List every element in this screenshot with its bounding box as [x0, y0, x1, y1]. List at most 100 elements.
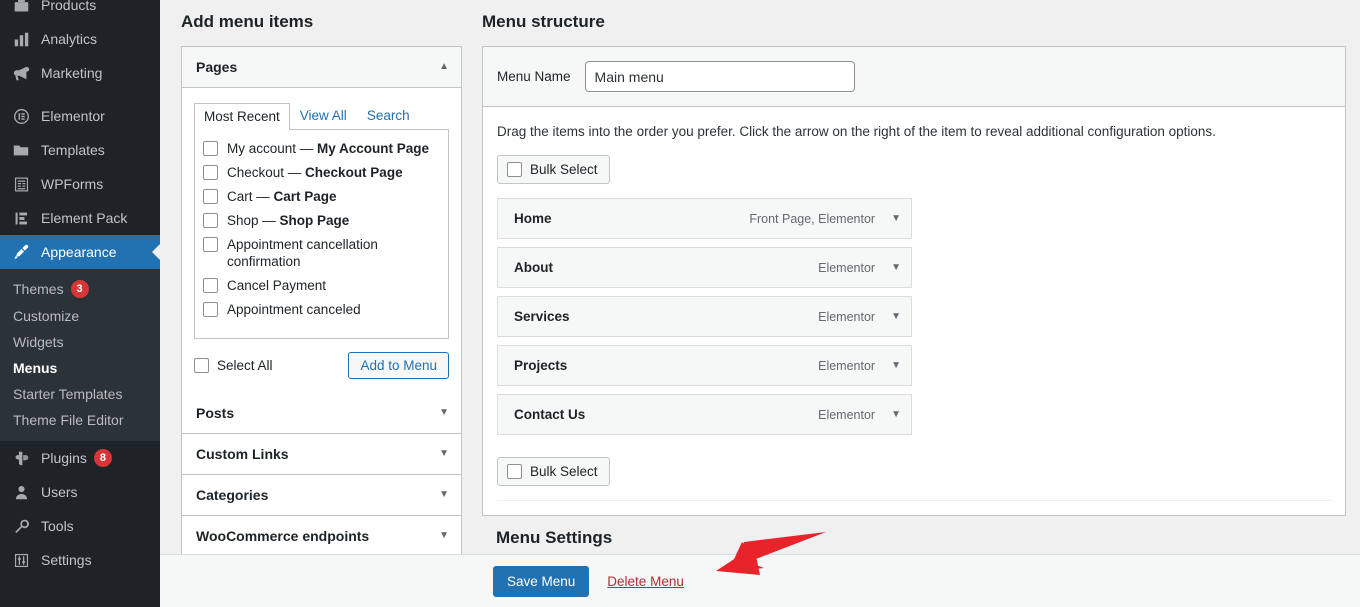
tab-search[interactable]: Search — [357, 102, 420, 129]
sidebar-item-users[interactable]: Users — [0, 475, 160, 509]
element-pack-icon — [10, 208, 32, 228]
submenu-item-theme-file-editor[interactable]: Theme File Editor — [0, 407, 160, 433]
sidebar-item-products[interactable]: Products — [0, 0, 160, 22]
save-bar: Save Menu Delete Menu — [160, 554, 1360, 607]
sidebar-item-label: Tools — [41, 518, 74, 534]
page-checkbox[interactable] — [203, 165, 218, 180]
main-content: Add menu items Pages ▲ Most Recent View A… — [160, 0, 1360, 607]
submenu-item-menus[interactable]: Menus — [0, 355, 160, 381]
chevron-down-icon[interactable]: ▼ — [439, 408, 449, 418]
bulk-select-bottom[interactable]: Bulk Select — [497, 457, 610, 486]
section-header-woocommerce-endpoints[interactable]: WooCommerce endpoints ▼ — [182, 516, 461, 556]
menu-item-name: Projects — [514, 358, 568, 373]
page-checkbox[interactable] — [203, 189, 218, 204]
submenu-item-starter-templates[interactable]: Starter Templates — [0, 381, 160, 407]
select-all-label: Select All — [217, 358, 273, 373]
chevron-down-icon[interactable]: ▼ — [439, 490, 449, 500]
bulk-select-bottom-checkbox[interactable] — [507, 464, 522, 479]
select-all-row[interactable]: Select All — [194, 358, 273, 373]
page-checkbox[interactable] — [203, 302, 218, 317]
menu-item-row[interactable]: Contact Us Elementor ▼ — [497, 394, 912, 435]
menu-item-row[interactable]: Projects Elementor ▼ — [497, 345, 912, 386]
menu-item-row[interactable]: About Elementor ▼ — [497, 247, 912, 288]
bulk-select-top[interactable]: Bulk Select — [497, 155, 610, 184]
section-header-categories[interactable]: Categories ▼ — [182, 475, 461, 515]
sidebar-item-marketing[interactable]: Marketing — [0, 56, 160, 90]
pages-checkbox-list[interactable]: My account — My Account Page Checkout — C… — [194, 130, 449, 339]
wpforms-icon — [10, 174, 32, 194]
menu-item-meta: Elementor — [818, 260, 876, 275]
pages-section-header[interactable]: Pages ▲ — [182, 47, 461, 88]
templates-icon — [10, 140, 32, 160]
menu-structure-panel: Menu Name Drag the items into the order … — [482, 46, 1346, 516]
tab-most-recent[interactable]: Most Recent — [194, 103, 290, 130]
add-items-accordion: Pages ▲ Most Recent View All Search My acc… — [181, 46, 462, 557]
sidebar-item-templates[interactable]: Templates — [0, 133, 160, 167]
bulk-select-top-checkbox[interactable] — [507, 162, 522, 177]
section-label: Posts — [196, 405, 235, 421]
chevron-down-icon[interactable]: ▼ — [891, 409, 901, 420]
page-list-item[interactable]: My account — My Account Page — [203, 140, 440, 157]
sidebar-item-plugins[interactable]: Plugins 8 — [0, 441, 160, 475]
menu-item-name: About — [514, 260, 553, 275]
page-list-item[interactable]: Cart — Cart Page — [203, 188, 440, 205]
page-checkbox[interactable] — [203, 213, 218, 228]
submenu-item-customize[interactable]: Customize — [0, 303, 160, 329]
page-list-item[interactable]: Checkout — Checkout Page — [203, 164, 440, 181]
menu-item-right: Front Page, Elementor ▼ — [749, 212, 901, 226]
sidebar-item-label: Elementor — [41, 108, 105, 124]
page-checkbox[interactable] — [203, 141, 218, 156]
chevron-down-icon[interactable]: ▼ — [891, 311, 901, 322]
menu-name-label: Menu Name — [497, 69, 571, 84]
section-label: Categories — [196, 487, 269, 503]
submenu-item-themes[interactable]: Themes 3 — [0, 275, 160, 303]
sidebar-item-wpforms[interactable]: WPForms — [0, 167, 160, 201]
submenu-item-label: Theme File Editor — [13, 412, 124, 428]
chevron-up-icon[interactable]: ▲ — [439, 62, 449, 72]
users-icon — [10, 482, 32, 502]
tools-icon — [10, 516, 32, 536]
page-list-item[interactable]: Appointment cancellation confirmation — [203, 236, 440, 270]
accordion-section: WooCommerce endpoints ▼ — [182, 515, 461, 556]
menu-item-row[interactable]: Services Elementor ▼ — [497, 296, 912, 337]
sidebar-item-appearance[interactable]: Appearance — [0, 235, 160, 269]
submenu-item-label: Customize — [13, 308, 80, 324]
menu-item-meta: Front Page, Elementor — [749, 211, 876, 226]
bulk-select-top-label: Bulk Select — [530, 162, 598, 177]
chevron-down-icon[interactable]: ▼ — [891, 262, 901, 273]
plugins-icon — [10, 448, 32, 468]
submenu-item-label: Starter Templates — [13, 386, 123, 402]
chevron-down-icon[interactable]: ▼ — [439, 449, 449, 459]
section-header-custom-links[interactable]: Custom Links ▼ — [182, 434, 461, 474]
page-list-item[interactable]: Appointment canceled — [203, 301, 440, 318]
sidebar-item-label: Element Pack — [41, 210, 128, 226]
select-all-checkbox[interactable] — [194, 358, 209, 373]
page-checkbox[interactable] — [203, 278, 218, 293]
pages-tabs: Most Recent View All Search — [194, 102, 449, 130]
sidebar-item-tools[interactable]: Tools — [0, 509, 160, 543]
submenu-badge: 3 — [70, 280, 89, 298]
sidebar-item-analytics[interactable]: Analytics — [0, 22, 160, 56]
page-list-item[interactable]: Cancel Payment — [203, 277, 440, 294]
section-header-posts[interactable]: Posts ▼ — [182, 393, 461, 433]
save-menu-button[interactable]: Save Menu — [493, 565, 590, 597]
menu-item-row[interactable]: Home Front Page, Elementor ▼ — [497, 198, 912, 239]
sidebar-item-label: Products — [41, 0, 97, 13]
page-list-item[interactable]: Shop — Shop Page — [203, 212, 440, 229]
chevron-down-icon[interactable]: ▼ — [891, 360, 901, 371]
sidebar-item-element-pack[interactable]: Element Pack — [0, 201, 160, 235]
page-checkbox[interactable] — [203, 237, 218, 252]
admin-sidebar: Products Analytics Marketing Elementor Templ… — [0, 0, 160, 607]
sidebar-item-settings[interactable]: Settings — [0, 543, 160, 577]
submenu-item-widgets[interactable]: Widgets — [0, 329, 160, 355]
page-label: Appointment cancellation confirmation — [227, 237, 378, 269]
chevron-down-icon[interactable]: ▼ — [439, 531, 449, 541]
tab-view-all[interactable]: View All — [290, 102, 357, 129]
sidebar-item-elementor[interactable]: Elementor — [0, 99, 160, 133]
menu-item-right: Elementor ▼ — [818, 261, 901, 275]
add-to-menu-button[interactable]: Add to Menu — [348, 352, 449, 379]
section-label: WooCommerce endpoints — [196, 528, 370, 544]
delete-menu-link[interactable]: Delete Menu — [607, 574, 684, 589]
chevron-down-icon[interactable]: ▼ — [891, 213, 901, 224]
menu-name-input[interactable] — [584, 61, 855, 92]
